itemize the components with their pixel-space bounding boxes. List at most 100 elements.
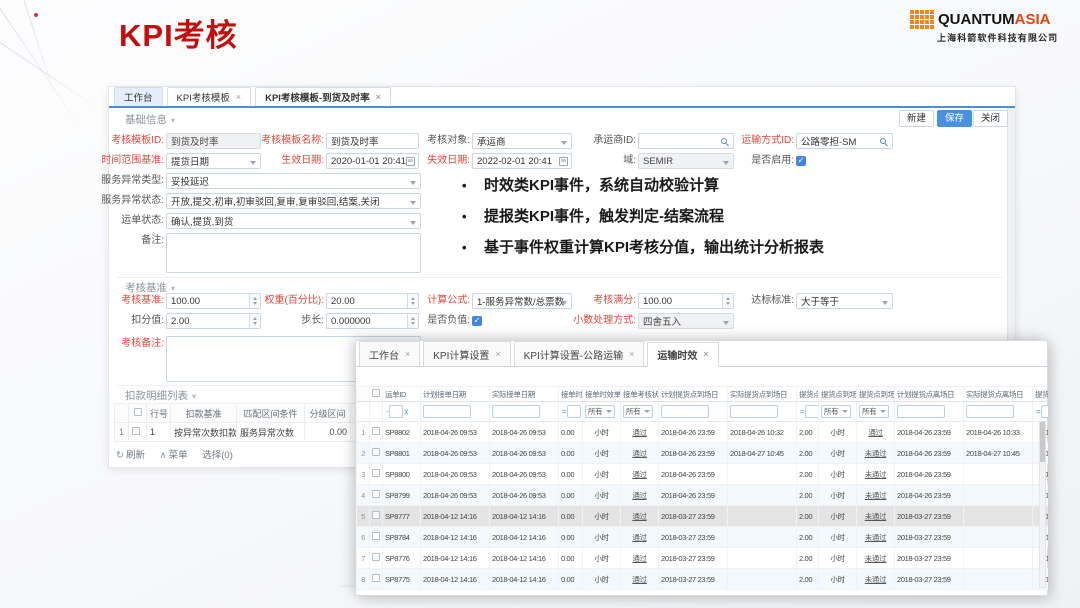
filter-input[interactable] <box>423 405 471 418</box>
scrollbar-thumb[interactable] <box>1040 422 1045 462</box>
close-icon[interactable]: × <box>405 350 410 359</box>
transport-mode-input[interactable]: 公路零担-SM <box>796 133 893 149</box>
tab-transport-aging[interactable]: 运输时效× <box>647 342 718 367</box>
domain-select[interactable]: SEMIR <box>638 153 734 169</box>
tab-kpi-template-detail[interactable]: KPI考核模板-到货及时率× <box>255 87 391 106</box>
row-checkbox[interactable] <box>372 469 380 477</box>
expiry-date-input[interactable]: 2022-02-01 20:41 <box>472 153 572 169</box>
range-op[interactable]: - <box>386 407 388 416</box>
table-row[interactable]: 2 SP8801 2018-04-26 09:53 2018-04-26 09:… <box>357 443 1049 464</box>
filter-select[interactable]: 所有 <box>623 405 653 418</box>
select-all-checkbox[interactable] <box>372 389 380 397</box>
select-all-checkbox[interactable] <box>134 408 142 416</box>
equals-op[interactable]: = <box>562 407 566 416</box>
filter-input[interactable] <box>730 405 778 418</box>
table-cell[interactable]: 通过 <box>857 422 895 443</box>
close-icon[interactable]: × <box>629 350 634 359</box>
stepper-arrows[interactable] <box>722 294 733 308</box>
clear-filter-icon[interactable]: x <box>404 407 408 416</box>
exception-status-select[interactable]: 开放,提交,初审,初审驳回,复审,复审驳回,结案,关闭 <box>166 193 421 209</box>
row-checkbox[interactable] <box>132 427 140 435</box>
chevron-down-icon[interactable]: ▾ <box>171 284 175 293</box>
formula-select[interactable]: 1-服务异常数/总票数 <box>472 293 572 309</box>
header-cell[interactable]: 提货点到场时效 <box>819 387 857 402</box>
stepper-arrows[interactable] <box>407 294 418 308</box>
filter-input[interactable] <box>567 405 581 418</box>
tab-workbench[interactable]: 工作台× <box>359 341 420 366</box>
filter-input[interactable] <box>661 405 709 418</box>
row-checkbox[interactable] <box>372 532 380 540</box>
header-cell[interactable]: 接单时效单位 <box>583 387 621 402</box>
header-cell[interactable]: 计划接单日期 <box>421 387 490 402</box>
stepper-arrows[interactable] <box>249 314 260 328</box>
effective-date-input[interactable]: 2020-01-01 20:41 <box>326 153 419 169</box>
header-cell[interactable]: 计划提货点离场日 <box>895 387 964 402</box>
close-icon[interactable]: × <box>495 350 500 359</box>
row-checkbox[interactable] <box>372 490 380 498</box>
table-cell[interactable]: 通过 <box>621 422 659 443</box>
standard-select[interactable]: 大于等于 <box>796 293 893 309</box>
tab-kpi-template[interactable]: KPI考核模板× <box>167 87 252 106</box>
table-row[interactable]: 4 SP8799 2018-04-26 09:53 2018-04-26 09:… <box>357 485 1049 506</box>
table-cell[interactable]: 通过 <box>621 443 659 464</box>
template-name-input[interactable]: 到货及时率 <box>326 133 419 149</box>
table-cell[interactable]: 未通过 <box>857 443 895 464</box>
step-stepper[interactable]: 0.000000 <box>326 313 419 329</box>
table-cell[interactable]: 通过 <box>621 464 659 485</box>
table-row[interactable]: 3 SP8800 2018-04-26 09:53 2018-04-26 09:… <box>357 464 1049 485</box>
close-icon[interactable]: × <box>236 93 241 102</box>
table-cell[interactable]: 未通过 <box>857 527 895 548</box>
row-checkbox[interactable] <box>372 427 380 435</box>
full-score-stepper[interactable]: 100.00 <box>638 293 734 309</box>
equals-op[interactable]: = <box>800 407 804 416</box>
decimal-mode-select[interactable]: 四舍五入 <box>638 313 734 329</box>
filter-input[interactable] <box>966 405 1014 418</box>
filter-input[interactable] <box>492 405 540 418</box>
tab-kpi-calc-settings[interactable]: KPI计算设置× <box>423 341 510 366</box>
search-icon[interactable] <box>721 138 727 144</box>
header-cell[interactable]: 运单ID <box>383 387 421 402</box>
chevron-down-icon[interactable]: ▾ <box>192 392 196 401</box>
row-checkbox[interactable] <box>372 574 380 582</box>
table-row[interactable]: 6 SP8784 2018-04-12 14:16 2018-04-12 14:… <box>357 527 1049 548</box>
equals-op[interactable]: = <box>1036 407 1040 416</box>
menu-button[interactable]: ∧菜单 <box>160 450 188 461</box>
header-cell[interactable]: 提货点到场考核 <box>857 387 895 402</box>
table-cell[interactable]: 未通过 <box>857 464 895 485</box>
tab-workbench[interactable]: 工作台 <box>114 87 163 106</box>
weight-stepper[interactable]: 20.00 <box>326 293 419 309</box>
header-cell[interactable]: 提货点离 <box>1033 387 1049 402</box>
remark-textarea[interactable] <box>166 233 421 273</box>
refresh-button[interactable]: ↻刷新 <box>116 450 145 461</box>
enabled-checkbox[interactable]: ✓ <box>796 156 806 166</box>
carrier-id-input[interactable] <box>638 133 734 149</box>
header-cell[interactable]: 计划提货点到场日 <box>659 387 728 402</box>
stepper-arrows[interactable] <box>407 314 418 328</box>
header-cell[interactable]: 提货点到场时效 <box>797 387 819 402</box>
negative-checkbox[interactable]: ✓ <box>472 316 482 326</box>
time-basis-select[interactable]: 提货日期 <box>166 153 261 169</box>
search-icon[interactable] <box>880 138 886 144</box>
calendar-icon[interactable] <box>559 157 568 166</box>
table-cell[interactable]: 通过 <box>621 569 659 590</box>
filter-input[interactable] <box>1041 405 1048 418</box>
table-cell[interactable]: 通过 <box>621 527 659 548</box>
filter-select[interactable]: 所有 <box>859 405 889 418</box>
filter-input[interactable] <box>897 405 945 418</box>
header-cell[interactable]: 实际接单日期 <box>490 387 559 402</box>
table-cell[interactable]: 通过 <box>621 548 659 569</box>
close-button[interactable]: 关闭 <box>973 110 1008 127</box>
header-cell[interactable]: 接单时效 <box>559 387 583 402</box>
close-icon[interactable]: × <box>703 350 708 359</box>
table-row[interactable]: 8 SP8775 2018-04-12 14:16 2018-04-12 14:… <box>357 569 1049 590</box>
row-checkbox[interactable] <box>372 448 380 456</box>
table-cell[interactable]: 未通过 <box>857 485 895 506</box>
exception-type-select[interactable]: 妥投延迟 <box>166 173 421 189</box>
table-cell[interactable]: 未通过 <box>857 548 895 569</box>
table-cell[interactable]: 通过 <box>621 485 659 506</box>
tab-kpi-calc-road[interactable]: KPI计算设置-公路运输× <box>514 341 645 366</box>
filter-select[interactable]: 所有 <box>585 405 615 418</box>
deduct-value-stepper[interactable]: 2.00 <box>166 313 261 329</box>
assess-target-select[interactable]: 承运商 <box>472 133 572 149</box>
table-cell[interactable]: 未通过 <box>857 569 895 590</box>
